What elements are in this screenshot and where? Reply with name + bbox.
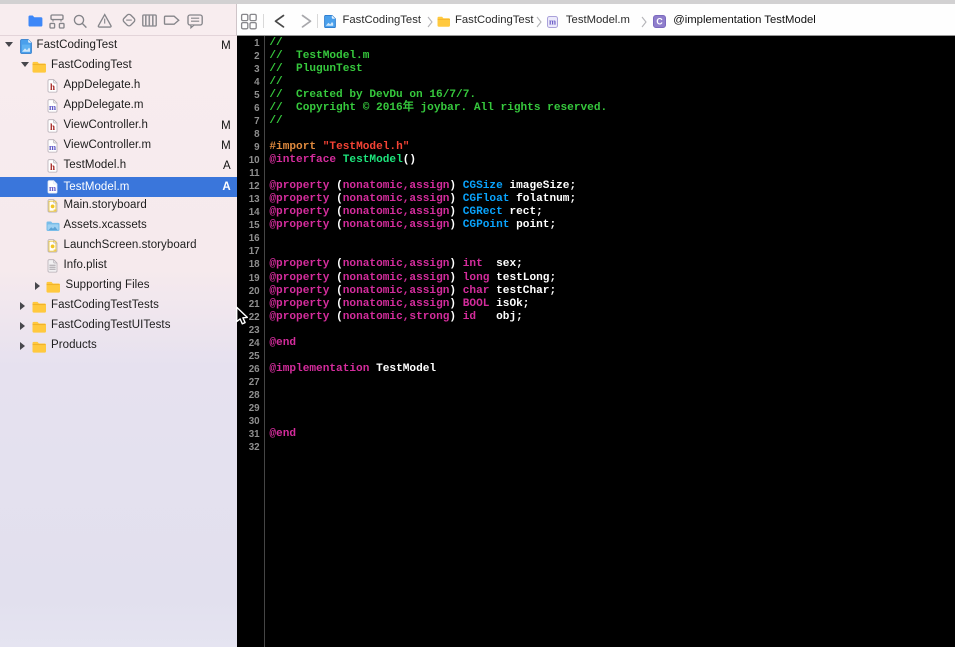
svg-text:m: m (49, 102, 56, 112)
svg-text:m: m (549, 16, 556, 26)
svg-text:h: h (50, 82, 55, 92)
svg-text:m: m (49, 183, 56, 193)
svg-text:C: C (657, 17, 664, 27)
svg-text:m: m (49, 142, 56, 152)
svg-text:h: h (50, 122, 55, 132)
svg-text:h: h (50, 162, 55, 172)
